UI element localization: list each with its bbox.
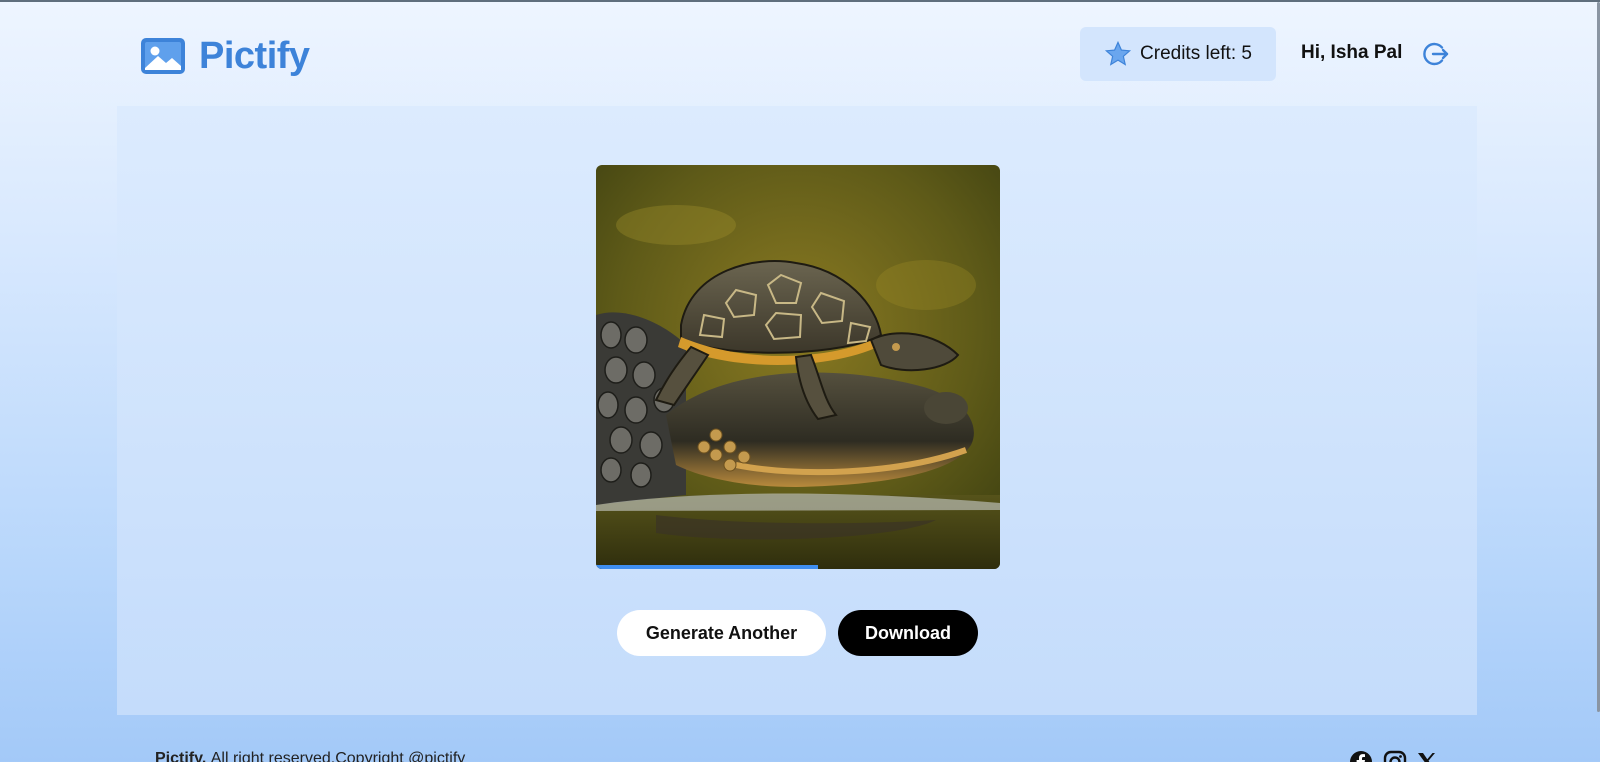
x-icon[interactable] bbox=[1415, 750, 1439, 762]
result-panel: Generate Another Download bbox=[117, 106, 1477, 715]
header: Pictify Credits left: 5 Hi, Isha Pal bbox=[0, 2, 1596, 106]
download-button[interactable]: Download bbox=[838, 610, 978, 656]
image-load-progress bbox=[596, 565, 819, 569]
page-scrollbar[interactable] bbox=[1596, 2, 1600, 762]
credits-label: Credits left: 5 bbox=[1140, 43, 1252, 64]
footer-brand: Pictify. bbox=[155, 750, 211, 762]
facebook-icon[interactable] bbox=[1349, 750, 1373, 762]
footer-rights: All right reserved.Copyright @pictify bbox=[210, 750, 466, 762]
credits-badge[interactable]: Credits left: 5 bbox=[1080, 27, 1276, 81]
generate-another-button[interactable]: Generate Another bbox=[617, 610, 826, 656]
generated-image-illustration bbox=[596, 165, 1000, 569]
logout-icon[interactable] bbox=[1422, 40, 1450, 68]
brand-name: Pictify bbox=[199, 34, 310, 77]
instagram-icon[interactable] bbox=[1383, 750, 1407, 762]
generated-image[interactable] bbox=[596, 165, 1000, 569]
user-greeting: Hi, Isha Pal bbox=[1301, 42, 1403, 63]
star-icon bbox=[1104, 40, 1132, 66]
footer-copyright: Pictify. All right reserved.Copyright @p… bbox=[155, 750, 465, 762]
logo[interactable]: Pictify bbox=[141, 34, 310, 78]
image-icon bbox=[141, 38, 185, 74]
